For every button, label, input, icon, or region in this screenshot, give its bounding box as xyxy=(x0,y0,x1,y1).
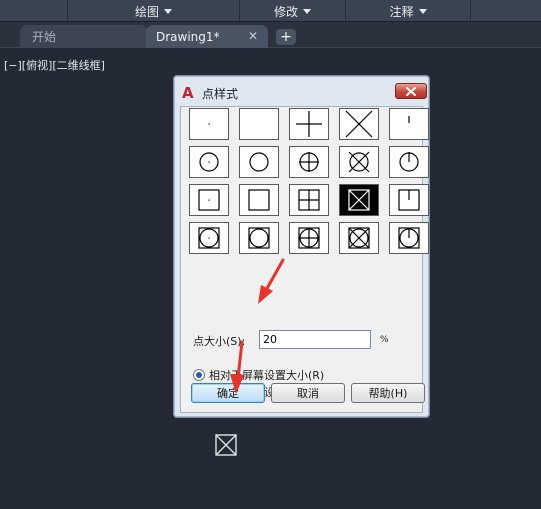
plus-icon xyxy=(296,111,322,137)
cross-icon xyxy=(345,110,373,138)
point-style-cell-dot[interactable] xyxy=(189,108,229,140)
radio-relative-to-screen[interactable]: 相对于屏幕设置大小(R) xyxy=(193,367,324,383)
squarecircle-dot-icon xyxy=(198,227,220,249)
plus-icon: + xyxy=(280,29,292,45)
ribbon-menu-bar: 绘图 修改 注释 xyxy=(0,0,541,22)
circle-tick-icon xyxy=(399,152,419,172)
point-style-cell-tick[interactable] xyxy=(389,108,429,140)
circle-dot-icon xyxy=(199,152,219,172)
point-style-cell-cross[interactable] xyxy=(339,108,379,140)
square-icon xyxy=(248,189,270,211)
point-style-cell-square-cross[interactable] xyxy=(339,184,379,216)
point-style-cell-blank[interactable] xyxy=(239,108,279,140)
dialog-client-area: 点大小(S): % 相对于屏幕设置大小(R) 按绝对单位设置大小(A) xyxy=(180,106,429,413)
dialog-title: 点样式 xyxy=(202,86,239,101)
autocad-logo-icon: A xyxy=(182,84,194,102)
annotation-arrow-icon xyxy=(258,258,285,304)
tab-start[interactable]: 开始 xyxy=(20,25,148,48)
tick-icon xyxy=(408,116,410,123)
point-style-dialog: A 点样式 点大小(S): % 相对于屏幕设置大小(R) 按绝对单位设置大小(A… xyxy=(173,75,430,418)
cancel-button[interactable]: 取消 xyxy=(271,383,345,403)
circle-plus-icon xyxy=(299,152,319,172)
point-style-cell-squarecircle-cross[interactable] xyxy=(339,222,379,254)
menu-item-draw[interactable]: 绘图 xyxy=(68,0,240,22)
point-style-cell-circle[interactable] xyxy=(239,146,279,178)
dot-icon xyxy=(208,123,210,125)
menu-item-modify-label: 修改 xyxy=(273,4,298,19)
squarecircle-tick-icon xyxy=(398,227,420,249)
point-style-cell-plus[interactable] xyxy=(289,108,329,140)
tab-drawing1[interactable]: Drawing1* ✕ xyxy=(146,25,268,48)
help-button[interactable]: 帮助(H) xyxy=(351,383,425,403)
menu-item-draw-label: 绘图 xyxy=(134,4,159,19)
menu-item-blank-right[interactable] xyxy=(471,0,541,22)
close-icon xyxy=(406,86,416,96)
circle-cross-icon xyxy=(348,151,370,173)
viewport-controls-label[interactable]: [−][俯视][二维线框] xyxy=(4,57,105,73)
squarecircle-cross-icon xyxy=(348,227,370,249)
point-style-cell-circle-tick[interactable] xyxy=(389,146,429,178)
point-style-cell-squarecircle-tick[interactable] xyxy=(389,222,429,254)
point-size-unit: % xyxy=(380,335,389,345)
menu-item-modify[interactable]: 修改 xyxy=(240,0,346,22)
square-dot-icon xyxy=(198,189,220,211)
dialog-titlebar[interactable]: A 点样式 xyxy=(178,80,427,106)
chevron-down-icon xyxy=(303,8,311,14)
point-style-cell-square-tick[interactable] xyxy=(389,184,429,216)
dialog-close-button[interactable] xyxy=(395,83,427,99)
point-style-cell-square-plus[interactable] xyxy=(289,184,329,216)
point-style-cell-circle-dot[interactable] xyxy=(189,146,229,178)
square-cross-point-marker-icon xyxy=(215,434,237,456)
annotation-arrow-icon xyxy=(230,340,244,394)
squarecircle-icon xyxy=(248,227,270,249)
point-style-cell-squarecircle[interactable] xyxy=(239,222,279,254)
blank-icon xyxy=(245,110,273,138)
chevron-down-icon xyxy=(418,8,427,14)
circle-icon xyxy=(249,152,269,172)
tab-start-label: 开始 xyxy=(32,30,57,44)
squarecircle-plus-icon xyxy=(298,227,320,249)
point-style-cell-square[interactable] xyxy=(239,184,279,216)
point-style-cell-squarecircle-plus[interactable] xyxy=(289,222,329,254)
point-style-cell-squarecircle-dot[interactable] xyxy=(189,222,229,254)
point-style-cell-circle-plus[interactable] xyxy=(289,146,329,178)
file-tab-strip: 开始 Drawing1* ✕ + xyxy=(0,22,541,48)
square-tick-icon xyxy=(398,189,420,211)
square-cross-icon xyxy=(348,189,370,211)
square-plus-icon xyxy=(298,189,320,211)
menu-item-annotate[interactable]: 注释 xyxy=(346,0,471,22)
new-tab-button[interactable]: + xyxy=(276,29,296,45)
chevron-down-icon xyxy=(164,8,172,14)
point-style-cell-square-dot[interactable] xyxy=(189,184,229,216)
point-style-cell-circle-cross[interactable] xyxy=(339,146,379,178)
menu-item-blank-left[interactable] xyxy=(0,0,68,22)
close-icon[interactable]: ✕ xyxy=(248,29,258,43)
tab-drawing1-label: Drawing1* xyxy=(156,29,220,44)
menu-item-annotate-label: 注释 xyxy=(389,4,414,19)
point-size-input[interactable] xyxy=(259,330,371,349)
radio-selected-icon[interactable] xyxy=(193,369,205,381)
